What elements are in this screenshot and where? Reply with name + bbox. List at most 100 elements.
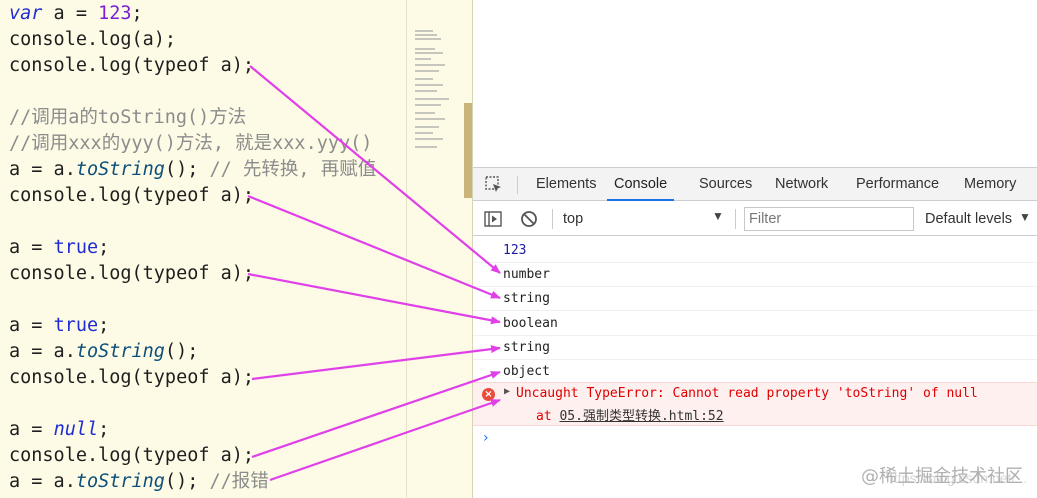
context-selector[interactable]: top <box>563 211 583 227</box>
code-line[interactable]: a = null; <box>9 417 109 443</box>
code-token: console.log(typeof a); <box>9 445 255 466</box>
code-token: console.log(typeof a); <box>9 185 255 206</box>
code-token: a = a. <box>9 159 76 180</box>
minimap-line <box>415 104 441 106</box>
tab-performance[interactable]: Performance <box>856 168 939 201</box>
console-message: number <box>473 263 1037 287</box>
toolbar-separator <box>735 209 736 229</box>
code-token: true <box>53 237 99 258</box>
code-editor[interactable]: var a = 123; console.log(a); console.log(t… <box>0 0 407 498</box>
code-token: console.log(typeof a); <box>9 367 255 388</box>
console-error-message: × ▶ Uncaught TypeError: Cannot read prop… <box>473 382 1037 426</box>
stack-at-label: at <box>536 409 560 424</box>
code-token: //报错 <box>209 471 269 492</box>
code-line[interactable]: console.log(a); <box>9 27 176 53</box>
minimap-line <box>415 90 437 92</box>
minimap-line <box>415 138 443 140</box>
tab-separator <box>517 176 518 194</box>
code-token: console.log(a); <box>9 29 177 50</box>
minimap-line <box>415 98 449 100</box>
code-token: ; <box>98 419 110 440</box>
code-token: a = <box>9 419 54 440</box>
code-token: ; <box>98 315 110 336</box>
code-line[interactable]: console.log(typeof a); <box>9 183 254 209</box>
console-message: object <box>473 360 1037 384</box>
minimap-line <box>415 52 443 54</box>
code-token: toString <box>75 341 165 362</box>
minimap-line <box>415 84 443 86</box>
code-token: ; <box>98 237 110 258</box>
code-line[interactable]: console.log(typeof a); <box>9 53 254 79</box>
code-line[interactable]: console.log(typeof a); <box>9 443 254 469</box>
levels-dropdown-arrow-icon[interactable]: ▼ <box>1019 210 1031 224</box>
editor-minimap[interactable] <box>407 0 473 498</box>
code-token: a = <box>9 315 54 336</box>
minimap-line <box>415 64 445 66</box>
inspect-element-icon[interactable] <box>485 176 503 194</box>
minimap-line <box>415 38 441 40</box>
tab-elements[interactable]: Elements <box>536 168 596 201</box>
clear-console-icon[interactable] <box>520 210 538 228</box>
code-token: (); <box>164 341 199 362</box>
minimap-line <box>415 78 433 80</box>
code-token: var <box>9 3 43 24</box>
console-message: boolean <box>473 312 1037 336</box>
console-message: string <box>473 336 1037 360</box>
minimap-line <box>415 70 439 72</box>
code-token: (); <box>164 471 210 492</box>
error-stack-line: at 05.强制类型转换.html:52 <box>536 405 724 424</box>
watermark: @稀土掘金技术社区 <box>861 466 1023 487</box>
minimap-line <box>415 118 445 120</box>
error-text: Uncaught TypeError: Cannot read property… <box>516 386 978 401</box>
code-token: a = <box>9 237 54 258</box>
code-token: toString <box>75 159 165 180</box>
minimap-line <box>415 58 431 60</box>
expand-triangle-icon[interactable]: ▶ <box>504 386 510 397</box>
minimap-line <box>415 146 437 148</box>
code-token: toString <box>75 471 165 492</box>
code-line[interactable]: a = a.toString(); <box>9 339 198 365</box>
error-icon: × <box>482 388 495 401</box>
code-token: // 先转换, 再赋值 <box>209 159 377 180</box>
code-line[interactable]: //调用xxx的yyy()方法, 就是xxx.yyy() <box>9 131 372 157</box>
page-viewport <box>473 0 1037 168</box>
code-line[interactable]: //调用a的toString()方法 <box>9 105 246 131</box>
minimap-line <box>415 34 437 36</box>
code-line[interactable]: a = a.toString(); //报错 <box>9 469 269 495</box>
tab-network[interactable]: Network <box>775 168 828 201</box>
minimap-line <box>415 48 435 50</box>
devtools-tab-bar: Elements Console Sources Network Perform… <box>473 168 1037 201</box>
tab-console[interactable]: Console <box>607 168 675 201</box>
minimap-line <box>415 132 433 134</box>
code-line[interactable]: a = true; <box>9 235 109 261</box>
minimap-line <box>415 112 435 114</box>
toolbar-separator <box>552 209 553 229</box>
sidebar-toggle-icon[interactable] <box>484 211 502 227</box>
code-line[interactable]: var a = 123; <box>9 1 143 27</box>
console-prompt-icon[interactable]: › <box>483 430 489 446</box>
code-line[interactable]: a = a.toString(); // 先转换, 再赋值 <box>9 157 376 183</box>
console-message: string <box>473 287 1037 311</box>
tab-memory[interactable]: Memory <box>964 168 1016 201</box>
code-token: 123 <box>98 3 132 24</box>
code-token: ; <box>131 3 143 24</box>
code-token: null <box>53 419 99 440</box>
code-line[interactable]: console.log(typeof a); <box>9 261 254 287</box>
console-message: 123 <box>473 239 1037 263</box>
code-token: true <box>53 315 99 336</box>
console-toolbar: top ▼ Default levels ▼ <box>473 202 1037 236</box>
code-line[interactable]: a = true; <box>9 313 109 339</box>
context-dropdown-arrow-icon[interactable]: ▼ <box>712 209 724 223</box>
code-token: a = a. <box>9 341 76 362</box>
log-levels-dropdown[interactable]: Default levels <box>925 211 1012 227</box>
code-token: console.log(typeof a); <box>9 263 255 284</box>
tab-sources[interactable]: Sources <box>699 168 752 201</box>
filter-input[interactable] <box>744 207 914 231</box>
code-line[interactable]: console.log(typeof a); <box>9 365 254 391</box>
devtools-panel: Elements Console Sources Network Perform… <box>473 0 1037 498</box>
code-token: a = <box>42 3 99 24</box>
code-token: //调用xxx的yyy()方法, 就是xxx.yyy() <box>9 133 373 154</box>
minimap-line <box>415 126 439 128</box>
minimap-scrollbar[interactable] <box>464 103 472 198</box>
source-link[interactable]: 05.强制类型转换.html:52 <box>559 409 723 424</box>
